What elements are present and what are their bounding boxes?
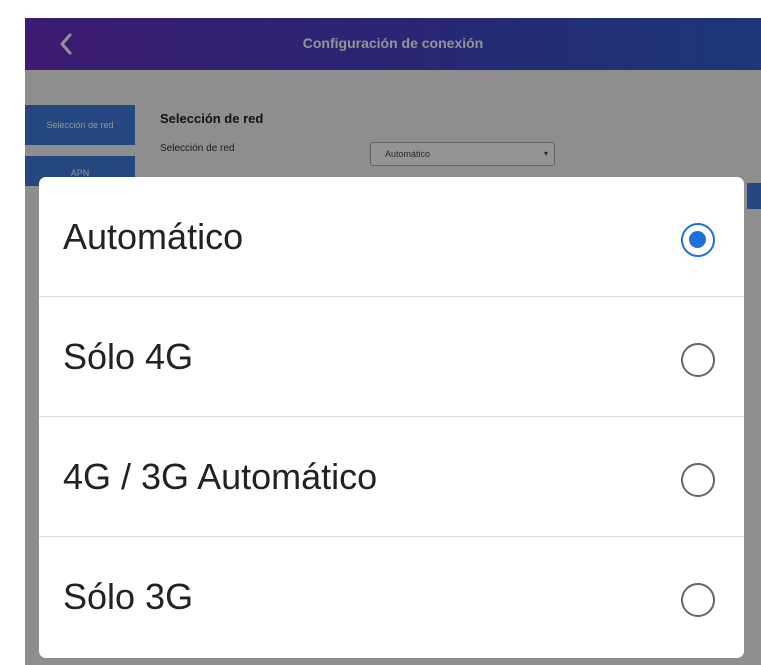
option-label: Sólo 4G	[63, 336, 194, 377]
radio-unchecked-icon[interactable]	[681, 343, 715, 377]
network-mode-dialog: Automático Sólo 4G 4G / 3G Automático Só…	[39, 177, 744, 658]
radio-unchecked-icon[interactable]	[681, 463, 715, 497]
option-3g-only[interactable]: Sólo 3G	[39, 537, 744, 657]
radio-dot	[689, 231, 706, 248]
option-label: Sólo 3G	[63, 576, 194, 617]
option-label: Automático	[63, 216, 244, 257]
option-label: 4G / 3G Automático	[63, 456, 378, 497]
radio-unchecked-icon[interactable]	[681, 583, 715, 617]
radio-checked-icon[interactable]	[681, 223, 715, 257]
option-4g-3g-automatic[interactable]: 4G / 3G Automático	[39, 417, 744, 537]
option-4g-only[interactable]: Sólo 4G	[39, 297, 744, 417]
option-automatic[interactable]: Automático	[39, 177, 744, 297]
